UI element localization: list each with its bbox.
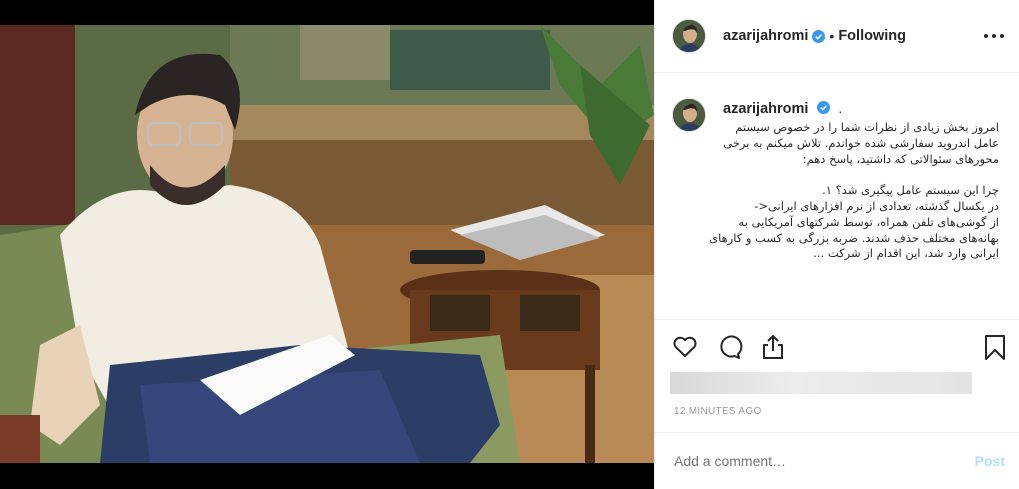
post-sidebar: azarijahromi • Following azarijahromi . …	[654, 0, 1019, 489]
add-comment-input[interactable]	[674, 453, 954, 469]
caption-body: azarijahromi . امروز بخش زیادی از نظرات …	[709, 98, 1003, 262]
post-modal: azarijahromi • Following azarijahromi . …	[0, 0, 1019, 489]
caption-trailing: .	[838, 100, 843, 116]
follow-status-button[interactable]: Following	[838, 28, 906, 44]
verified-badge-icon	[812, 29, 826, 43]
avatar[interactable]	[672, 19, 706, 53]
header-separator: •	[829, 28, 835, 44]
post-header: azarijahromi • Following	[655, 0, 1019, 73]
caption-text: امروز بخش زیادی از نظرات شما را در خصوص …	[709, 120, 999, 261]
more-options-icon[interactable]	[984, 26, 1004, 46]
post-comment-button[interactable]: Post	[975, 453, 1005, 469]
post-photo[interactable]	[0, 25, 654, 463]
comment-icon[interactable]	[715, 333, 743, 361]
caption-header: azarijahromi .	[723, 100, 1003, 118]
bookmark-icon[interactable]	[981, 333, 1009, 361]
verified-badge-icon	[816, 101, 830, 114]
heart-icon[interactable]	[671, 333, 699, 361]
likes-count-redacted	[670, 372, 972, 394]
post-timestamp[interactable]: 12 MINUTES AGO	[674, 406, 762, 417]
divider	[655, 319, 1019, 320]
share-icon[interactable]	[759, 333, 787, 361]
action-bar	[671, 333, 1011, 363]
header-username[interactable]: azarijahromi	[723, 28, 808, 44]
caption-username[interactable]: azarijahromi	[723, 101, 808, 117]
comments-area[interactable]: azarijahromi . امروز بخش زیادی از نظرات …	[655, 74, 1019, 319]
caption-comment: azarijahromi . امروز بخش زیادی از نظرات …	[672, 98, 1004, 262]
caption-avatar[interactable]	[672, 98, 706, 132]
divider	[655, 432, 1019, 433]
